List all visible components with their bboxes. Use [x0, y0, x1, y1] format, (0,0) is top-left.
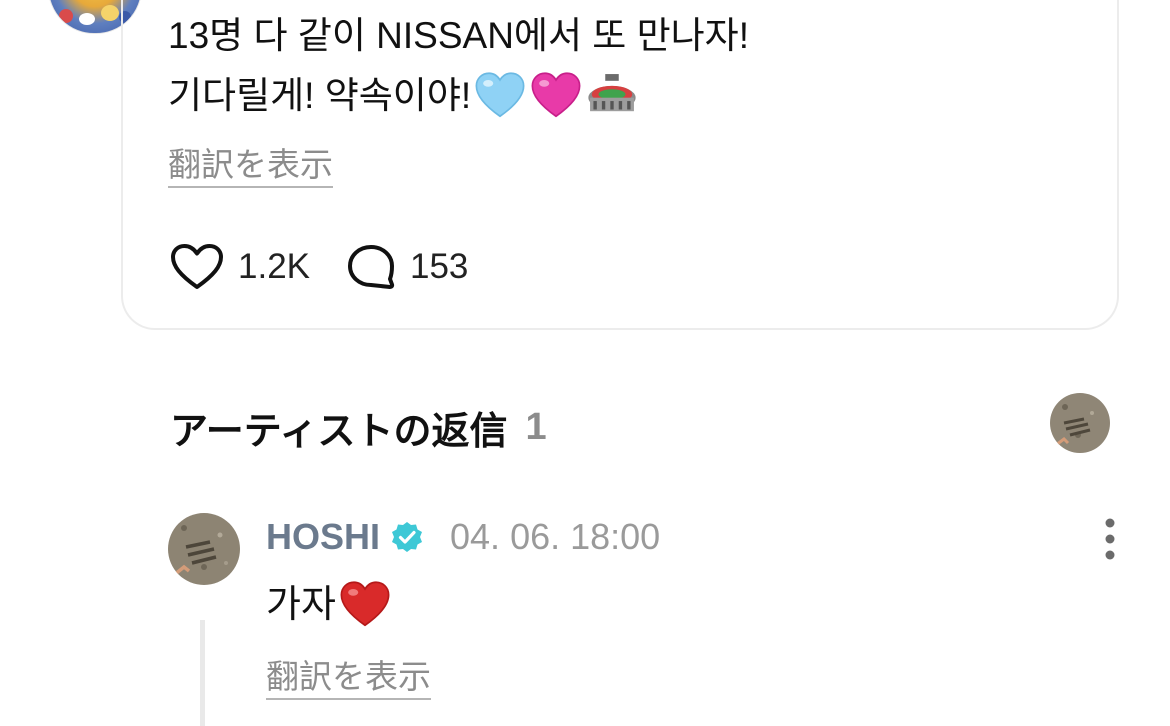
more-options-icon[interactable]: [1100, 518, 1120, 560]
thread-line: [200, 620, 205, 726]
comment-count: 153: [410, 247, 469, 286]
reply-translate-link[interactable]: 翻訳を表示: [266, 658, 431, 700]
comment-button[interactable]: 153: [346, 243, 468, 291]
hoshi-avatar[interactable]: [168, 513, 240, 585]
pink-heart-icon: [531, 72, 581, 118]
post-text-line-2: 기다릴게! 약속이야!: [168, 75, 472, 116]
post-line-1: 13명 다 같이 NISSAN에서 또 만나자!: [168, 6, 749, 66]
like-count: 1.2K: [238, 247, 310, 286]
sand-photo-icon: [1050, 393, 1110, 453]
comment-bubble-icon: [348, 245, 395, 289]
red-heart-icon: [340, 581, 390, 627]
post-text-line-1: 13명 다 같이 NISSAN에서 또 만나자!: [168, 15, 749, 56]
artist-replies-header: アーティストの返信 1: [170, 400, 547, 455]
reply-author-name[interactable]: HOSHI: [266, 516, 380, 558]
reply-meta: HOSHI 04. 06. 18:00: [266, 516, 660, 558]
stadium-icon: [588, 74, 636, 112]
reply-text: 가자: [266, 584, 336, 626]
post-actions: 1.2K 153: [170, 243, 468, 291]
reply-body: 가자: [266, 575, 392, 635]
artist-replies-title: アーティストの返信: [170, 411, 508, 453]
like-button[interactable]: 1.2K: [170, 243, 310, 291]
post-translate-link[interactable]: 翻訳を表示: [168, 146, 333, 188]
post-line-2: 기다릴게! 약속이야!: [168, 66, 749, 126]
artist-replies-count: 1: [525, 406, 547, 448]
post-body: 13명 다 같이 NISSAN에서 또 만나자! 기다릴게! 약속이야!: [168, 6, 749, 126]
fan-post-page: 13명 다 같이 NISSAN에서 또 만나자! 기다릴게! 약속이야! 翻訳を…: [0, 0, 1170, 726]
reply-timestamp: 04. 06. 18:00: [450, 516, 661, 557]
light-blue-heart-icon: [475, 72, 525, 118]
sand-photo-icon: [168, 513, 240, 585]
heart-outline-icon: [171, 244, 223, 289]
verified-badge-icon: [392, 522, 423, 552]
artist-avatar-small[interactable]: [1050, 393, 1110, 453]
